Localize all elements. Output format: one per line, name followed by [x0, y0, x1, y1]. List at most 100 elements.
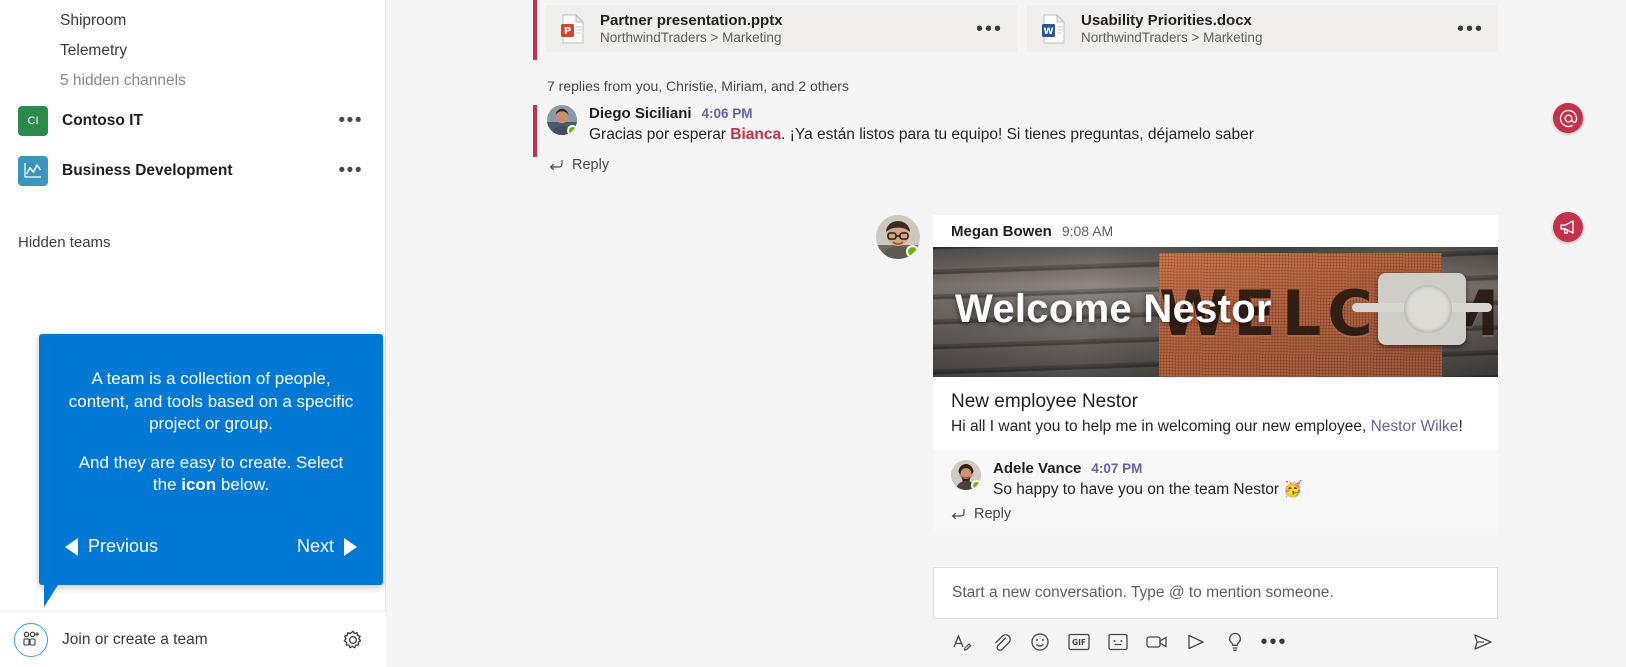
post-body-prefix: Hi all I want you to help me in welcomin… [951, 418, 1371, 435]
callout-previous-button[interactable]: Previous [65, 536, 158, 557]
post-author-row: Megan Bowen 9:08 AM [933, 215, 1498, 247]
post-header-row: Megan Bowen 9:08 AM WELCOME Welcome Nest… [876, 215, 1498, 534]
svg-text:P: P [564, 26, 571, 37]
reply-label: Reply [974, 506, 1012, 522]
mention-chip[interactable]: Bianca [730, 126, 781, 143]
compose-box[interactable]: Start a new conversation. Type @ to ment… [933, 567, 1498, 619]
conversation-content: P Partner presentation.pptx NorthwindTra… [386, 0, 1590, 667]
meet-now-icon[interactable] [1142, 627, 1172, 657]
file-card-word[interactable]: W Usability Priorities.docx NorthwindTra… [1027, 5, 1498, 52]
conversation-pane: P Partner presentation.pptx NorthwindTra… [386, 0, 1626, 667]
chevron-right-icon [344, 537, 357, 556]
message-text: Gracias por esperar Bianca. ¡Ya están li… [589, 125, 1498, 145]
team-initials: CI [27, 115, 39, 127]
presence-available-indicator [971, 480, 981, 490]
join-or-create-team-button[interactable]: Join or create a team [62, 631, 342, 649]
reply-label: Reply [572, 157, 610, 173]
teams-sidebar: Shiproom Telemetry 5 hidden channels CI … [0, 0, 386, 667]
message-author: Diego Siciliani [589, 105, 692, 122]
file-name: Usability Priorities.docx [1081, 12, 1252, 29]
praise-icon[interactable] [1220, 627, 1250, 657]
presence-available-indicator [906, 245, 919, 258]
giphy-icon[interactable]: GIF [1064, 627, 1094, 657]
team-avatar [18, 156, 48, 186]
add-team-glyph [22, 631, 39, 646]
gear-glyph [343, 630, 362, 648]
announcement-badge[interactable] [1553, 212, 1583, 242]
message-body: Diego Siciliani 4:06 PM Gracias por espe… [589, 105, 1498, 145]
send-icon[interactable] [1468, 627, 1498, 657]
team-more-options-icon[interactable]: ••• [339, 111, 363, 130]
message-timestamp: 4:06 PM [701, 106, 753, 121]
send-glyph [1474, 634, 1492, 650]
hidden-teams-section[interactable]: Hidden teams [0, 234, 385, 251]
word-file-icon: W [1042, 13, 1066, 43]
emoji-icon[interactable] [1025, 627, 1055, 657]
callout-paragraph-two: And they are easy to create. Select the … [65, 452, 357, 497]
chevron-left-icon [65, 537, 78, 556]
format-icon[interactable] [947, 627, 977, 657]
callout-next-label: Next [296, 536, 334, 556]
sidebar-team-contoso-it[interactable]: CI Contoso IT ••• [0, 96, 385, 146]
file-more-options-icon[interactable]: ••• [964, 19, 1003, 39]
sidebar-channel-telemetry[interactable]: Telemetry [0, 36, 385, 66]
team-name: Contoso IT [62, 112, 143, 129]
file-meta: Partner presentation.pptx NorthwindTrade… [600, 12, 964, 45]
callout-text-suffix: below. [216, 475, 270, 494]
post-card: Megan Bowen 9:08 AM WELCOME Welcome Nest… [933, 215, 1498, 534]
banner-overlay-title: Welcome Nestor [955, 287, 1272, 331]
gear-icon[interactable] [342, 629, 364, 651]
channel-label: Shiproom [60, 12, 127, 29]
sidebar-channel-shiproom[interactable]: Shiproom [0, 6, 385, 36]
add-team-icon[interactable] [14, 622, 48, 657]
stream-icon[interactable] [1181, 627, 1211, 657]
sidebar-team-business-development[interactable]: Business Development ••• [0, 146, 385, 196]
thread-reply-message: Diego Siciliani 4:06 PM Gracias por espe… [533, 105, 1498, 173]
sidebar-hidden-channels[interactable]: 5 hidden channels [0, 66, 385, 96]
post-reply-adele: Adele Vance 4:07 PM So happy to have you… [933, 450, 1498, 506]
sticker-icon[interactable] [1103, 627, 1133, 657]
file-name: Partner presentation.pptx [600, 12, 783, 29]
sidebar-footer: Join or create a team [0, 611, 386, 667]
emoji-glyph [1031, 633, 1049, 651]
reply-author: Adele Vance [993, 460, 1082, 477]
avatar[interactable] [951, 460, 981, 490]
compose-toolbar: GIF ••• [933, 623, 1498, 661]
reply-button[interactable]: Reply [951, 506, 1480, 522]
at-sign-icon [1559, 109, 1577, 127]
callout-next-button[interactable]: Next [297, 536, 357, 557]
post-text-block: New employee Nestor Hi all I want you to… [933, 377, 1498, 450]
mention-badge[interactable] [1553, 103, 1583, 133]
file-path: NorthwindTraders > Marketing [1081, 30, 1263, 45]
reply-button[interactable]: Reply [549, 157, 1498, 173]
video-camera-glyph [1146, 636, 1167, 648]
team-name: Business Development [62, 162, 233, 179]
file-more-options-icon[interactable]: ••• [1445, 19, 1484, 39]
teaching-callout: A team is a collection of people, conten… [39, 334, 383, 607]
post-banner-image[interactable]: WELCOME Welcome Nestor [933, 247, 1498, 377]
message-text-before: Gracias por esperar [589, 126, 731, 143]
giphy-glyph: GIF [1068, 633, 1090, 651]
svg-text:W: W [1044, 27, 1054, 37]
avatar[interactable] [547, 105, 577, 135]
file-card-powerpoint[interactable]: P Partner presentation.pptx NorthwindTra… [546, 5, 1017, 52]
post-reply-footer: Reply [933, 506, 1498, 534]
reply-timestamp: 4:07 PM [1091, 461, 1143, 476]
avatar[interactable] [876, 215, 920, 259]
team-avatar: CI [18, 106, 48, 136]
paperclip-glyph [995, 634, 1011, 651]
powerpoint-file-icon: P [561, 13, 585, 43]
channel-label: Telemetry [60, 42, 128, 59]
callout-navigation: Previous Next [65, 536, 357, 557]
teams-app-window: Shiproom Telemetry 5 hidden channels CI … [0, 0, 1626, 667]
team-more-options-icon[interactable]: ••• [339, 161, 363, 180]
post-body-link[interactable]: Nestor Wilke [1371, 418, 1459, 435]
attach-icon[interactable] [986, 627, 1016, 657]
more-options-icon[interactable]: ••• [1259, 627, 1289, 657]
reply-text: So happy to have you on the team Nestor … [993, 481, 1303, 498]
file-meta: Usability Priorities.docx NorthwindTrade… [1081, 12, 1445, 45]
replies-summary-link[interactable]: 7 replies from you, Christie, Miriam, an… [547, 78, 849, 94]
message-row: Adele Vance 4:07 PM So happy to have you… [951, 460, 1480, 500]
post-megan-bowen: Megan Bowen 9:08 AM WELCOME Welcome Nest… [876, 215, 1498, 534]
presence-available-indicator [567, 125, 577, 135]
